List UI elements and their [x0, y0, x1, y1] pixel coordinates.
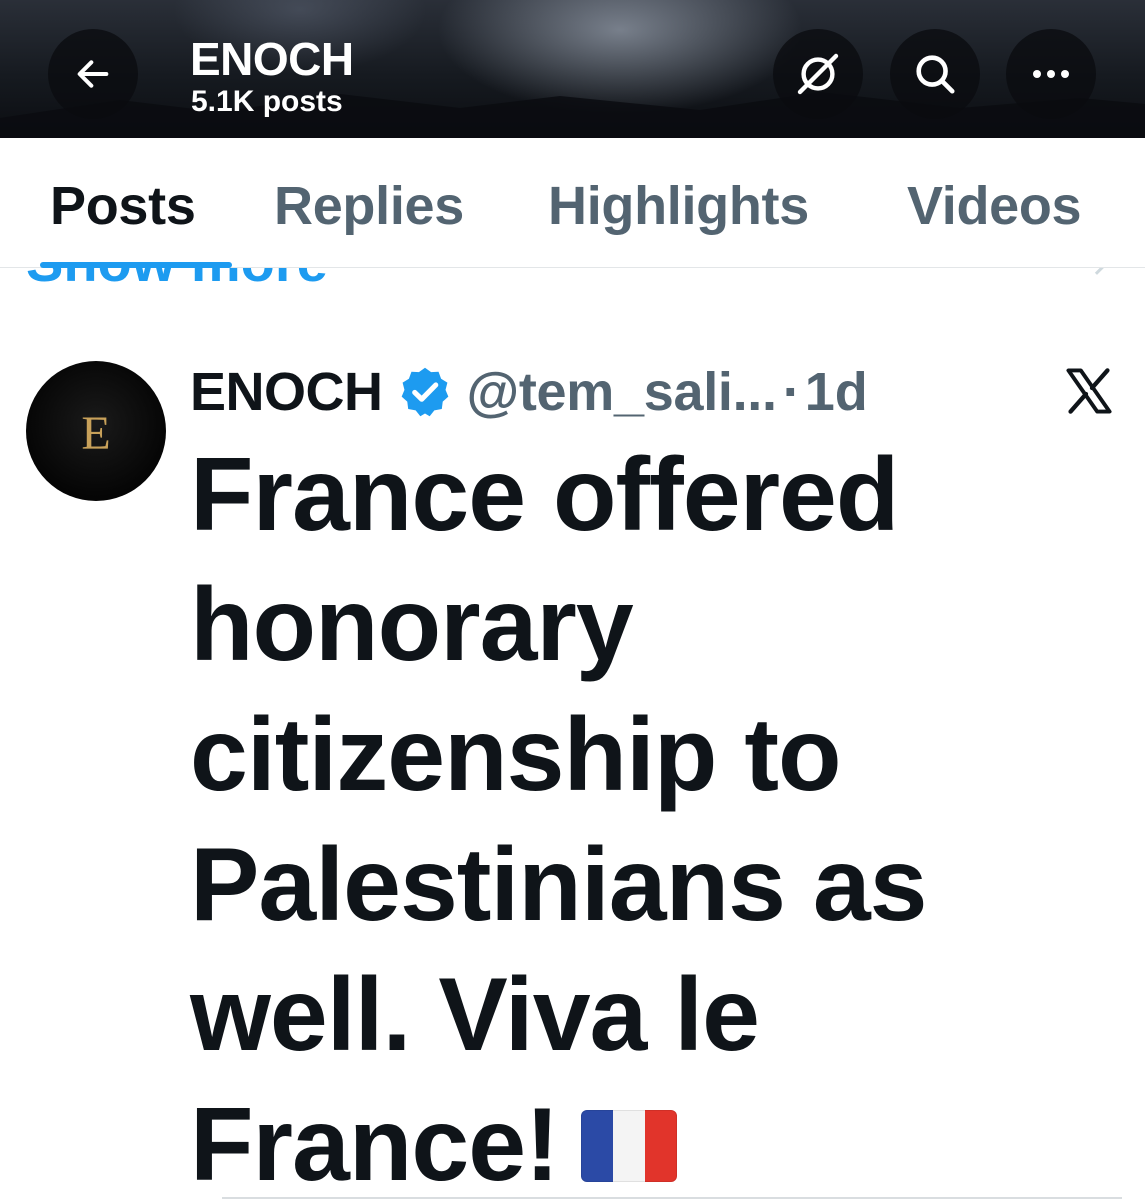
- separator-dot: ·: [782, 362, 801, 422]
- tweet-text-last-line: France!: [190, 1080, 1090, 1200]
- tweet-text-line: France offered: [190, 437, 899, 553]
- tweet-text-line: France!: [190, 1087, 560, 1200]
- search-button[interactable]: [890, 29, 980, 119]
- x-logo-icon: [1066, 368, 1112, 414]
- french-flag-emoji: [580, 1110, 677, 1182]
- tab-videos[interactable]: Videos: [907, 174, 1082, 238]
- author-name[interactable]: ENOCH: [190, 361, 383, 423]
- profile-header: ENOCH 5.1K posts: [0, 0, 1145, 138]
- active-tab-indicator: [40, 262, 232, 268]
- profile-name: ENOCH: [190, 33, 354, 85]
- back-button[interactable]: [48, 29, 138, 119]
- tweet-header: ENOCH @tem_sali... · 1d: [190, 360, 868, 424]
- tweet-text-line: honorary: [190, 567, 634, 683]
- tweet-text-line: well. Viva le: [190, 957, 760, 1073]
- tab-replies[interactable]: Replies: [274, 174, 464, 238]
- more-options-button[interactable]: [1006, 29, 1096, 119]
- tweet-text-line: citizenship to: [190, 697, 841, 813]
- grok-button[interactable]: [773, 29, 863, 119]
- tweet-text[interactable]: France offered honorary citizenship to P…: [190, 430, 1090, 1200]
- search-icon: [916, 55, 955, 94]
- back-arrow-icon: [77, 60, 109, 88]
- avatar[interactable]: E: [26, 361, 166, 501]
- tweet-timestamp[interactable]: 1d: [805, 361, 868, 423]
- avatar-logo-letter: E: [81, 406, 111, 460]
- more-icon: [1033, 70, 1069, 78]
- verified-badge-icon: [401, 367, 448, 417]
- profile-tabs: Posts Replies Highlights Videos: [0, 138, 1145, 268]
- post-count: 5.1K posts: [191, 85, 343, 118]
- divider: [222, 1197, 1122, 1199]
- author-handle[interactable]: @tem_sali...: [467, 361, 778, 423]
- tweet-text-line: Palestinians as: [190, 827, 928, 943]
- grok-icon: [797, 53, 839, 95]
- tab-highlights[interactable]: Highlights: [548, 174, 809, 238]
- tab-posts[interactable]: Posts: [50, 174, 196, 238]
